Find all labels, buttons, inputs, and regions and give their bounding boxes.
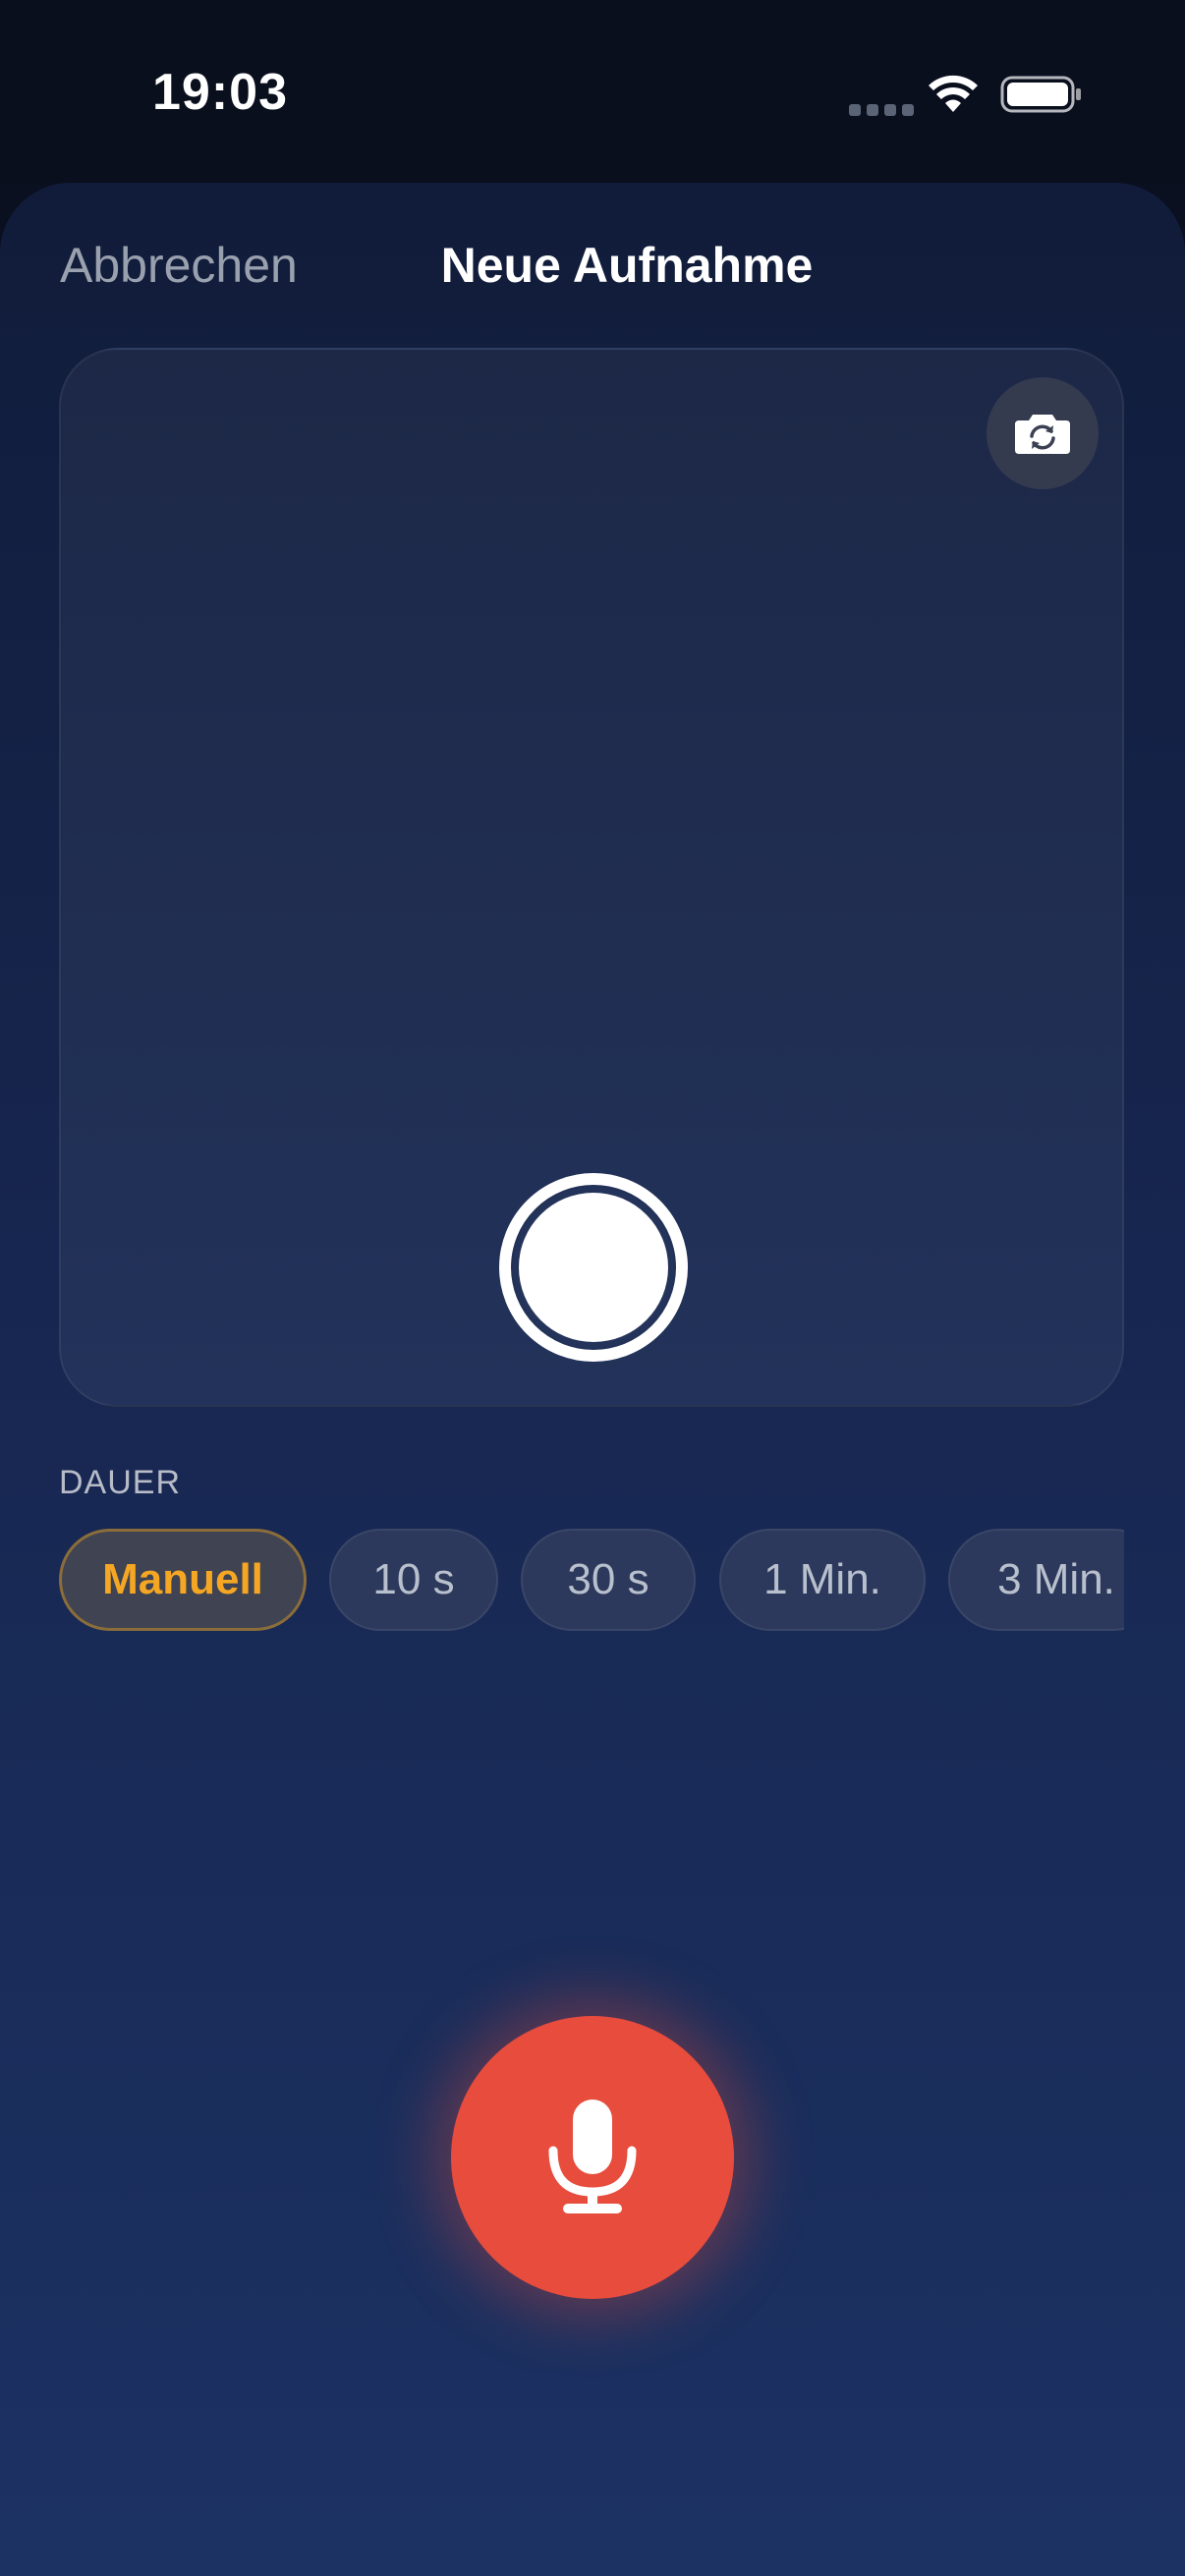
flip-camera-button[interactable]	[987, 377, 1099, 489]
status-time: 19:03	[152, 64, 288, 121]
shutter-button[interactable]	[499, 1173, 688, 1362]
wifi-icon	[929, 75, 978, 112]
new-recording-sheet: Abbrechen Neue Aufnahme DAUER Manuell 10…	[0, 183, 1185, 2576]
duration-option-10s[interactable]: 10 s	[329, 1529, 498, 1631]
cellular-dots-icon	[849, 104, 914, 116]
duration-label: DAUER	[59, 1464, 182, 1501]
battery-icon	[1000, 76, 1081, 113]
camera-flip-icon	[1015, 415, 1070, 454]
shutter-icon	[519, 1193, 668, 1342]
microphone-icon	[548, 2100, 637, 2213]
duration-option-3min[interactable]: 3 Min.	[948, 1529, 1124, 1631]
record-button[interactable]	[451, 2016, 734, 2299]
duration-options: Manuell 10 s 30 s 1 Min. 3 Min.	[59, 1529, 1124, 1631]
status-bar: 19:03	[0, 0, 1185, 183]
duration-option-manual[interactable]: Manuell	[59, 1529, 307, 1631]
camera-preview	[59, 348, 1124, 1407]
page-title: Neue Aufnahme	[440, 238, 814, 293]
duration-option-1min[interactable]: 1 Min.	[719, 1529, 926, 1631]
duration-option-30s[interactable]: 30 s	[521, 1529, 696, 1631]
